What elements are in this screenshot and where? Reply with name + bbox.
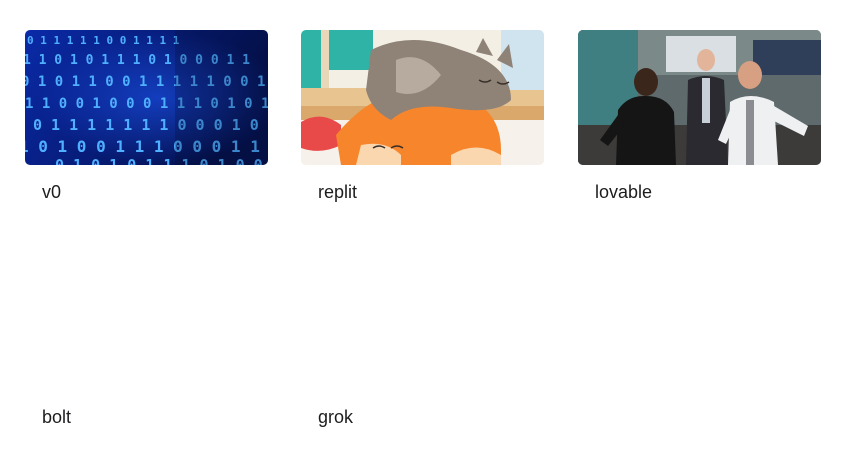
v0-thumbnail[interactable]: 0 1 1 1 1 1 0 0 1 1 1 1 1 1 0 1 0 1 1 1 …: [25, 30, 268, 165]
card-label-lovable[interactable]: lovable: [595, 182, 652, 203]
lovable-thumbnail[interactable]: [578, 30, 821, 165]
card-label-bolt[interactable]: bolt: [42, 407, 71, 428]
card-label-grok[interactable]: grok: [318, 407, 353, 428]
office-celebration-image: [578, 30, 821, 165]
replit-thumbnail[interactable]: [301, 30, 544, 165]
binary-line: 0 1 1 1 1 1 0 0 1 1 1 1: [27, 34, 180, 47]
binary-code-image: 0 1 1 1 1 1 0 0 1 1 1 1 1 1 0 1 0 1 1 1 …: [25, 30, 268, 165]
card-label-v0[interactable]: v0: [42, 182, 61, 203]
card-label-replit[interactable]: replit: [318, 182, 357, 203]
cats-cartoon-image: [301, 30, 544, 165]
